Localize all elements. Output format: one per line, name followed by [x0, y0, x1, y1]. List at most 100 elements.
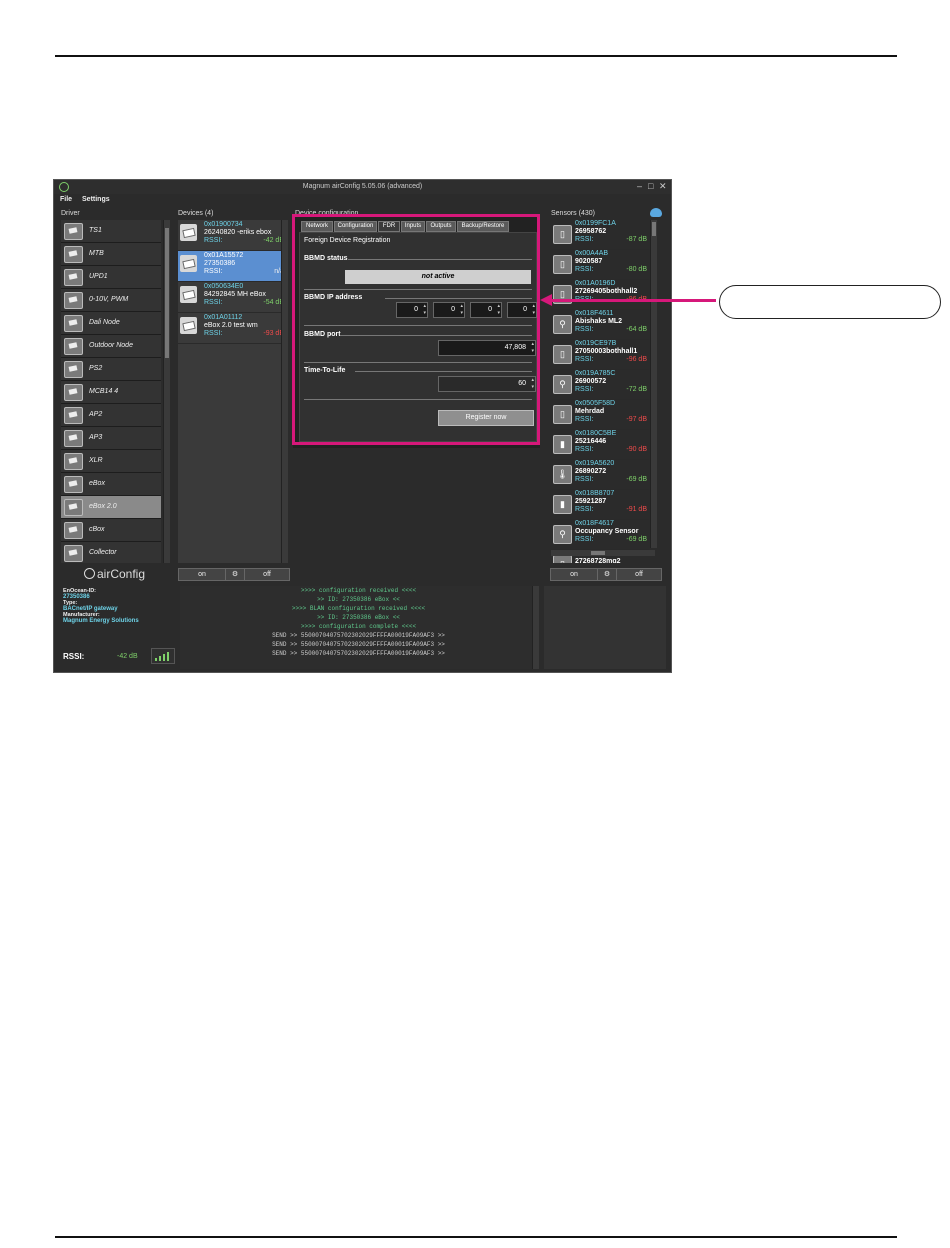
driver-label: MCB14 4 — [89, 388, 119, 395]
driver-item[interactable]: AP3 — [61, 427, 161, 450]
sensor-name: 25216446 — [575, 438, 607, 445]
log-scrollbar[interactable] — [532, 586, 539, 669]
device-item[interactable]: 0x01A01112 eBox 2.0 test wm RSSI: -93 dB — [178, 313, 288, 344]
sensor-rssi-value: -64 dB — [626, 326, 647, 333]
sensor-rssi-value: -91 dB — [626, 506, 647, 513]
sensor-rssi-label: RSSI: — [575, 326, 594, 333]
sensor-button-bar: on ⚙ off — [550, 568, 662, 581]
device-rssi-label: RSSI: — [204, 268, 223, 275]
sensor-item[interactable]: ⚲ 0x018F4611 Abishaks ML2 RSSI: -64 dB — [551, 310, 649, 340]
driver-item[interactable]: eBox 2.0 — [61, 496, 161, 519]
device-name: 26240820 -eriks ebox — [204, 229, 272, 236]
minimize-button[interactable]: – — [637, 181, 642, 191]
driver-scrollbar[interactable] — [163, 220, 170, 563]
sensor-list: ▯ 0x0199FC1A 26958762 RSSI: -87 dB ▯ 0x00A4AB 9… — [551, 220, 649, 563]
sensor-rssi-label: RSSI: — [575, 416, 594, 423]
airconfig-logo: airConfig — [84, 567, 145, 581]
devices-panel-title: Devices (4) — [178, 210, 214, 217]
device-button-bar: on ⚙ off — [178, 568, 290, 581]
driver-item[interactable]: 0-10V, PWM — [61, 289, 161, 312]
device-on-button[interactable]: on — [179, 569, 226, 580]
device-icon — [180, 255, 197, 272]
log-line: SEND >> 55000704075702302029FFFFA00019FA… — [272, 650, 445, 657]
sensor-id: 0x018B8707 — [575, 490, 615, 497]
close-button[interactable]: ✕ — [659, 181, 667, 192]
sensor-id: 0x01A0196D — [575, 280, 616, 287]
sensor-icon: ▯ — [553, 405, 572, 424]
driver-item[interactable]: UPD1 — [61, 266, 161, 289]
device-rssi-label: RSSI: — [204, 299, 223, 306]
sensor-on-button[interactable]: on — [551, 569, 598, 580]
sensor-item[interactable]: ▯0x01A0196D27269405bothhall2RSSI:-96 dB — [551, 280, 649, 310]
driver-item[interactable]: XLR — [61, 450, 161, 473]
menu-file[interactable]: File — [60, 196, 72, 203]
sensor-rssi-label: RSSI: — [575, 356, 594, 363]
driver-item[interactable]: MCB14 4 — [61, 381, 161, 404]
callout-bubble — [719, 285, 941, 319]
sensor-name: 26890272 — [575, 468, 607, 475]
sensor-settings-button[interactable]: ⚙ — [598, 569, 617, 580]
driver-label: 0-10V, PWM — [89, 296, 129, 303]
sensor-item[interactable]: ▮ 0x0180C5BE 25216446 RSSI: -90 dB — [551, 430, 649, 460]
sensor-id: 0x018F4617 — [575, 520, 614, 527]
sensor-rssi-value: -90 dB — [626, 446, 647, 453]
device-name: 84292845 MH eBox — [204, 291, 266, 298]
sensor-scrollbar[interactable] — [650, 220, 657, 548]
sensor-name: 27268728mg2 — [575, 558, 621, 563]
sensor-id: 0x00A4AB — [575, 250, 609, 257]
driver-item[interactable]: AP2 — [61, 404, 161, 427]
driver-label: XLR — [89, 457, 103, 464]
device-item[interactable]: 0x01A15572 27350386 RSSI: n/a — [178, 251, 288, 282]
sensor-id: 0x019A785C — [575, 370, 616, 377]
device-item[interactable]: 0x01900734 26240820 -eriks ebox RSSI: -42 d… — [178, 220, 288, 251]
sensor-icon: ▯ — [553, 255, 572, 274]
sensor-item[interactable]: ▮ 0x018B8707 25921287 RSSI: -91 dB — [551, 490, 649, 520]
sensor-off-button[interactable]: off — [617, 569, 661, 580]
driver-item[interactable]: Collector — [61, 542, 161, 563]
sensor-name: Occupancy Sensor — [575, 528, 639, 535]
device-off-button[interactable]: off — [245, 569, 289, 580]
sensor-name: 26900572 — [575, 378, 607, 385]
log-console: >>>> configuration received <<<< >> ID: 2… — [180, 586, 537, 669]
sensor-item[interactable]: 🌡 0x019A5620 26890272 RSSI: -69 dB — [551, 460, 649, 490]
menu-settings[interactable]: Settings — [82, 196, 110, 203]
sensor-item[interactable]: ▯ 0x00A4AB 9020587 RSSI: -80 dB — [551, 250, 649, 280]
sensor-rssi-value: -72 dB — [626, 386, 647, 393]
sensor-name: 25921287 — [575, 498, 607, 505]
sensor-hscrollbar[interactable] — [551, 550, 655, 556]
sensor-id: 0x0199FC1A — [575, 220, 616, 227]
sensor-item[interactable]: ▯ 0x0505F58D Mehrdad RSSI: -97 dB — [551, 400, 649, 430]
device-id: 0x01A01112 — [204, 314, 243, 321]
driver-item[interactable]: cBox — [61, 519, 161, 542]
driver-item[interactable]: Dali Node — [61, 312, 161, 335]
sensor-item[interactable]: ▯ 0x019CE97B 27050003bothhall1 RSSI: -96 dB — [551, 340, 649, 370]
device-rssi-label: RSSI: — [204, 330, 223, 337]
fdr-highlight-box — [292, 214, 540, 445]
log-line: SEND >> 55000704075702302029FFFFA00019FA… — [272, 641, 445, 648]
sensor-id: 0x018F4611 — [575, 310, 614, 317]
sensor-item[interactable]: ⚲ 0x018F4617 Occupancy Sensor RSSI: -69 dB — [551, 520, 649, 550]
driver-item[interactable]: Outdoor Node — [61, 335, 161, 358]
driver-item[interactable]: MTB — [61, 243, 161, 266]
sensor-id: 0x019A5620 — [575, 460, 615, 467]
device-icon — [180, 286, 197, 303]
callout-arrow — [548, 299, 716, 302]
device-scrollbar[interactable] — [281, 220, 288, 563]
device-rssi-label: RSSI: — [204, 237, 223, 244]
log-side-panel — [544, 586, 666, 669]
sensor-rssi-value: -97 dB — [626, 416, 647, 423]
sensor-item[interactable]: ⚲ 0x019A785C 26900572 RSSI: -72 dB — [551, 370, 649, 400]
module-icon — [64, 430, 83, 447]
sensor-rssi-label: RSSI: — [575, 476, 594, 483]
device-settings-button[interactable]: ⚙ — [226, 569, 245, 580]
maximize-button[interactable]: □ — [648, 181, 653, 191]
cloud-icon[interactable] — [650, 208, 662, 217]
sensor-item[interactable]: ▯ 0x0199FC1A 26958762 RSSI: -87 dB — [551, 220, 649, 250]
driver-item[interactable]: TS1 — [61, 220, 161, 243]
driver-item[interactable]: eBox — [61, 473, 161, 496]
device-list: 0x01900734 26240820 -eriks ebox RSSI: -42 d… — [178, 220, 288, 563]
driver-item[interactable]: PS2 — [61, 358, 161, 381]
module-icon — [64, 545, 83, 562]
device-item[interactable]: 0x050634E0 84292845 MH eBox RSSI: -54 dB — [178, 282, 288, 313]
module-icon — [64, 453, 83, 470]
